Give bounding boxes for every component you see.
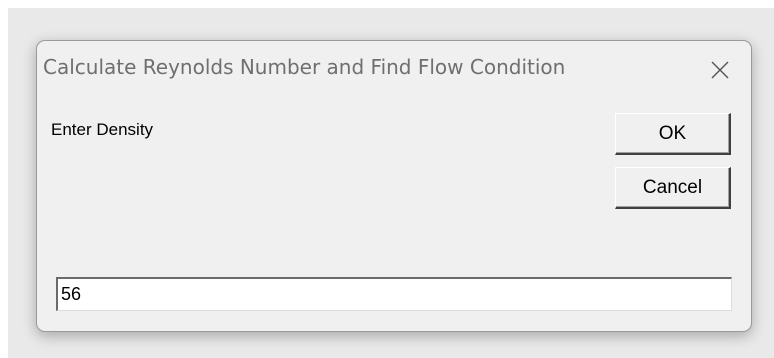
ok-button[interactable]: OK — [615, 113, 731, 155]
dialog-title: Calculate Reynolds Number and Find Flow … — [43, 55, 566, 79]
title-bar[interactable]: Calculate Reynolds Number and Find Flow … — [37, 41, 751, 99]
input-dialog: Calculate Reynolds Number and Find Flow … — [36, 40, 752, 332]
close-button[interactable] — [703, 53, 737, 87]
close-icon — [703, 53, 737, 87]
cancel-button[interactable]: Cancel — [615, 167, 731, 209]
density-input[interactable] — [56, 277, 732, 311]
prompt-label: Enter Density — [51, 120, 154, 139]
